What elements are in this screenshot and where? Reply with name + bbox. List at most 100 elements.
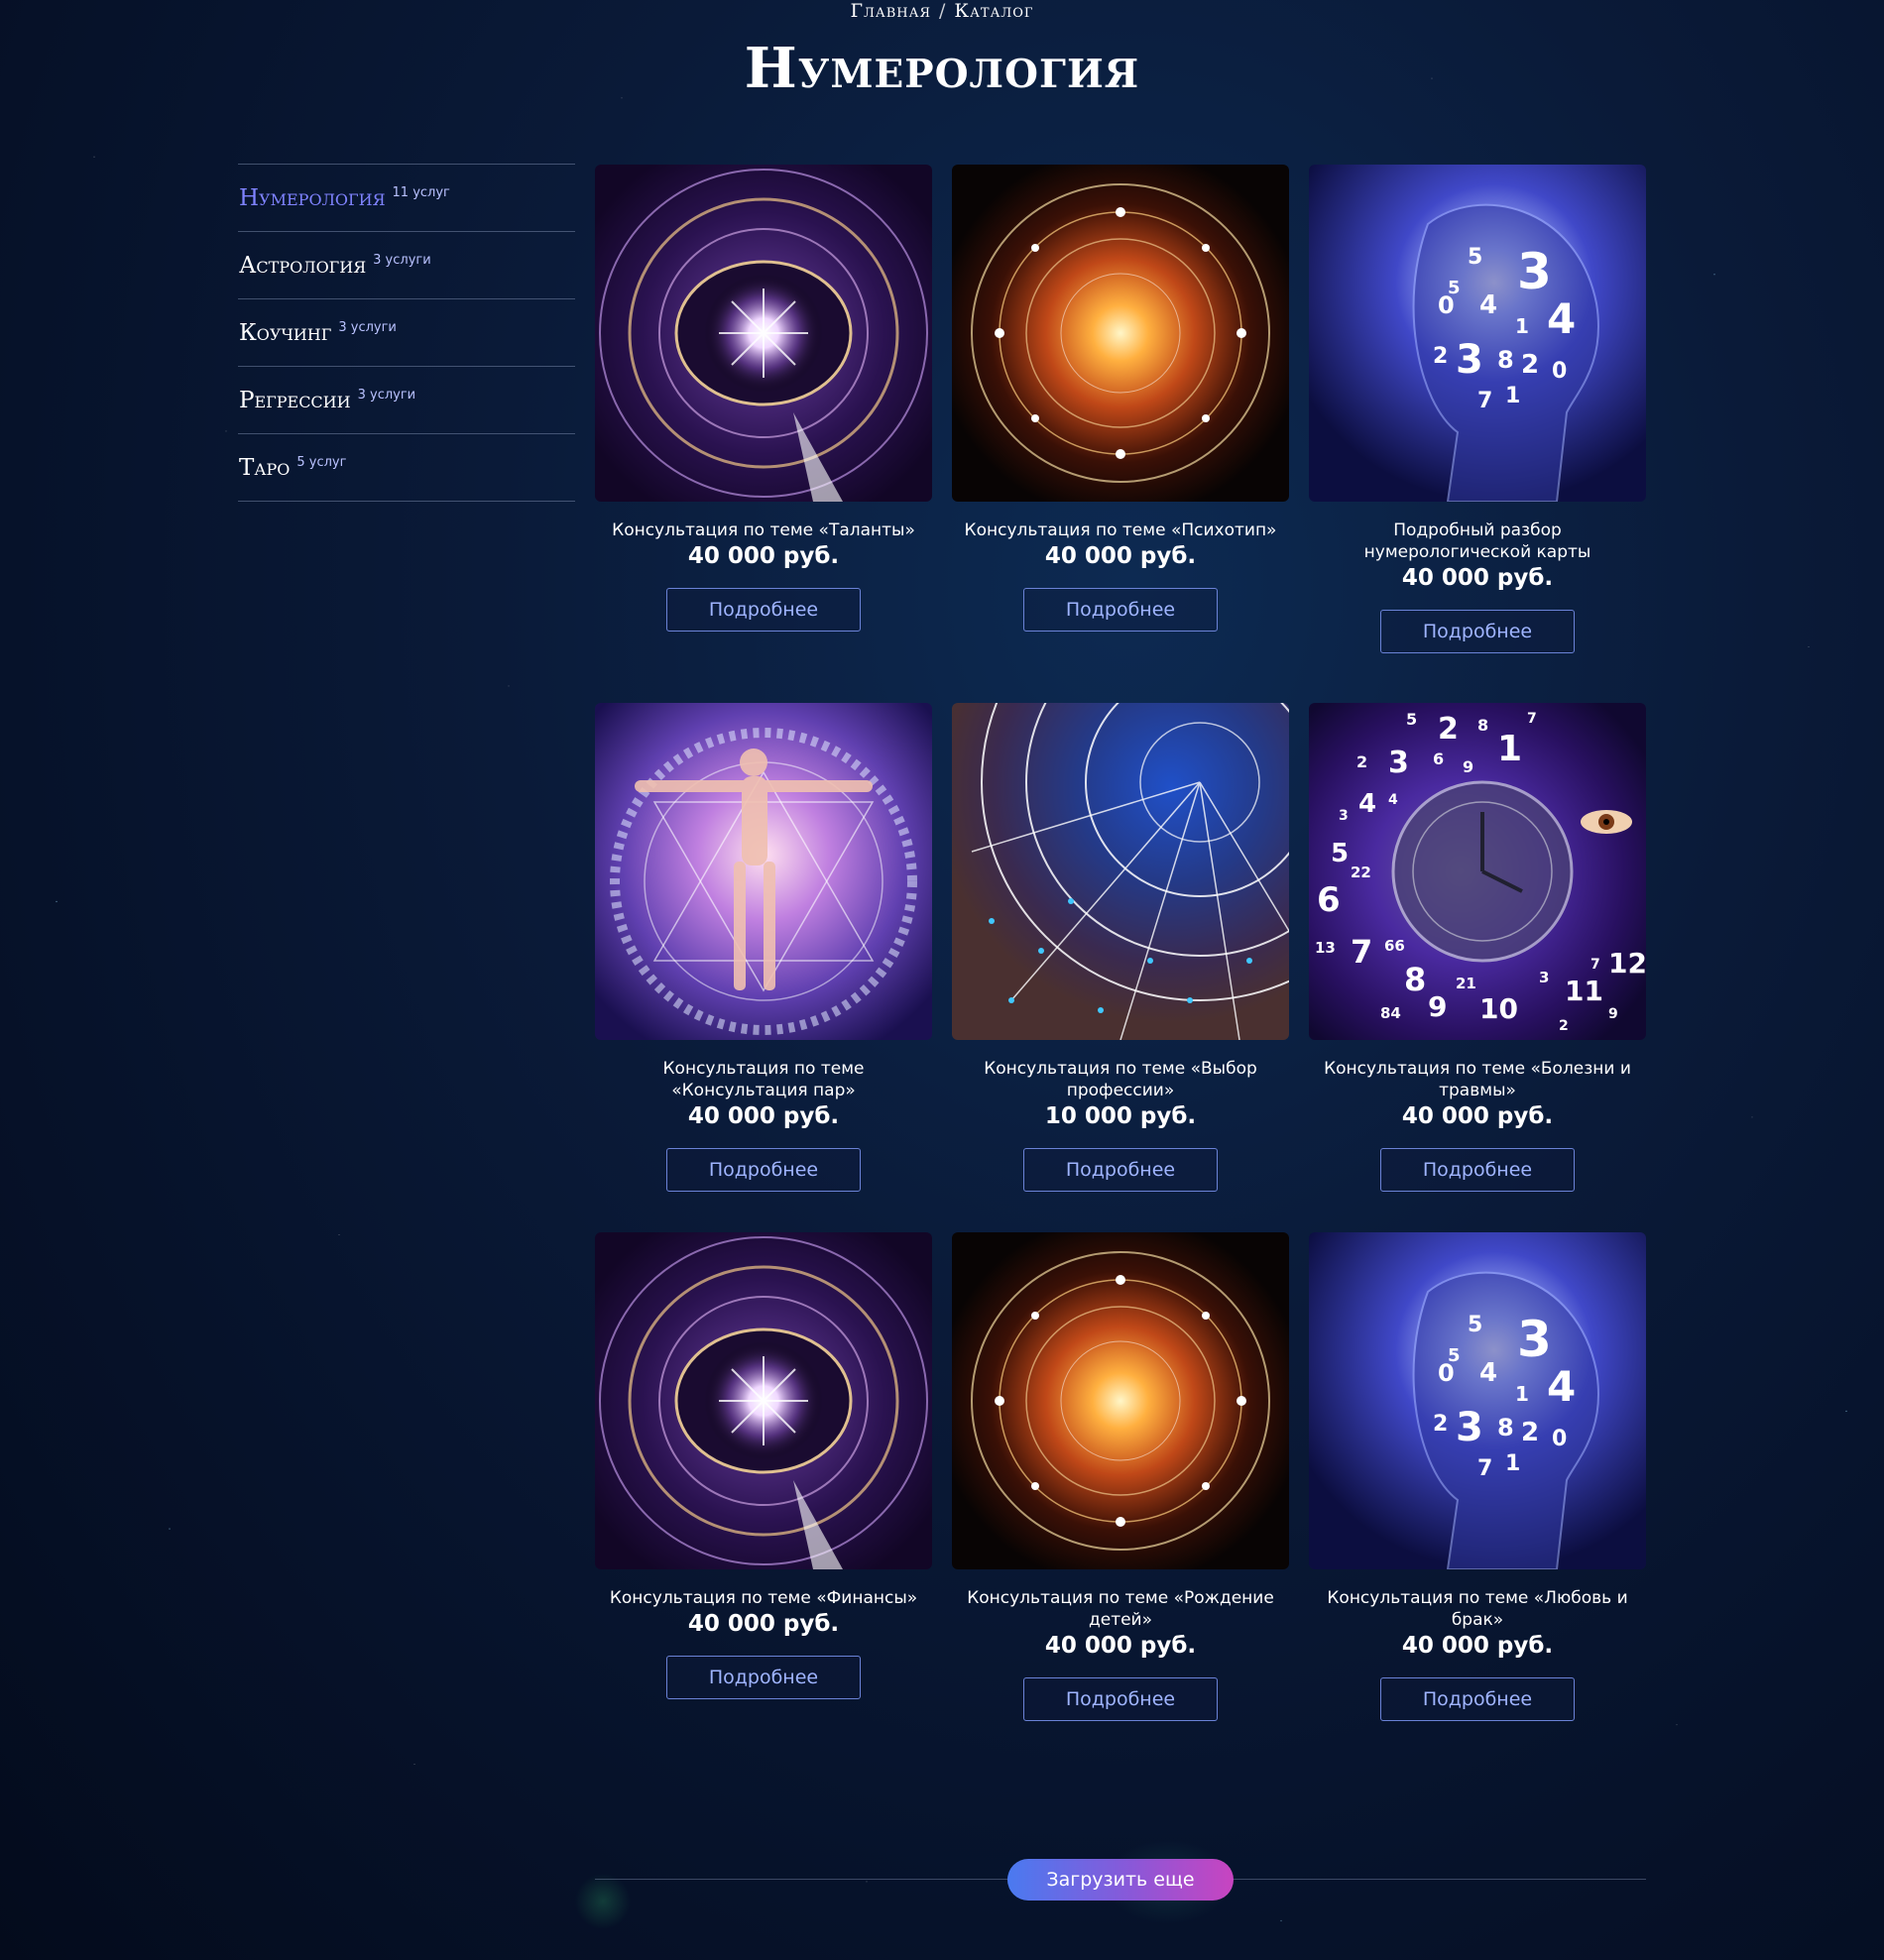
details-button[interactable]: Подробнее <box>1023 1148 1218 1192</box>
clock-digit: 8 <box>1404 961 1426 998</box>
service-card: 5 2 8 1 7 2 3 6 9 3 4 4 5 22 6 13 7 66 8… <box>1309 703 1646 1192</box>
load-more-button[interactable]: Загрузить еще <box>1007 1859 1234 1901</box>
service-title: Консультация по теме «Любовь и брак» <box>1327 1588 1628 1630</box>
head-digit: 4 <box>1547 294 1576 343</box>
clock-digit: 2 <box>1356 752 1367 771</box>
sidebar-item-count: 3 услуги <box>373 253 431 268</box>
sidebar-item-label: Нумерология <box>239 184 386 211</box>
details-button[interactable]: Подробнее <box>666 588 861 632</box>
head-digit: 3 <box>1517 243 1552 300</box>
clock-digit: 5 <box>1331 839 1349 868</box>
service-card: Консультация по теме «Рождение детей» 40… <box>952 1232 1289 1721</box>
service-title: Консультация по теме «Финансы» <box>609 1588 918 1608</box>
breadcrumb-home-link[interactable]: Главная <box>850 0 931 22</box>
head-digit: 1 <box>1505 384 1520 408</box>
fiery-astro-circle-image <box>952 165 1289 502</box>
sidebar-item-label: Регрессии <box>239 387 351 413</box>
service-price: 40 000 руб. <box>1401 565 1554 591</box>
head-digit: 5 <box>1448 278 1461 298</box>
service-card: 3 4 0 1 5 2 3 8 2 0 7 1 5 4 Подробный ра… <box>1309 165 1646 653</box>
service-card: Консультация по теме «Таланты» 40 000 ру… <box>595 165 932 632</box>
sidebar-item-astrology[interactable]: Астрология 3 услуги <box>238 231 575 298</box>
head-digit: 3 <box>1517 1311 1552 1368</box>
service-image[interactable] <box>595 165 932 502</box>
sidebar-item-tarot[interactable]: Таро 5 услуг <box>238 433 575 502</box>
details-button[interactable]: Подробнее <box>1023 1677 1218 1721</box>
service-image[interactable] <box>952 165 1289 502</box>
service-title: Консультация по теме «Выбор профессии» <box>984 1059 1257 1100</box>
sidebar-item-label: Таро <box>239 454 291 481</box>
sidebar-item-count: 11 услуг <box>392 185 450 200</box>
clock-digit: 3 <box>1539 969 1549 986</box>
head-digit: 8 <box>1497 346 1514 374</box>
page-title: Нумерология <box>744 36 1140 101</box>
clock-digit: 3 <box>1388 746 1409 780</box>
sidebar-item-label: Коучинг <box>239 319 332 346</box>
clock-digit: 6 <box>1317 880 1341 920</box>
numbers-head-image: 3 4 0 1 5 2 3 8 2 0 7 1 5 4 <box>1309 1232 1646 1569</box>
head-digit: 4 <box>1479 1358 1497 1388</box>
clock-digit: 9 <box>1463 757 1473 776</box>
head-digit: 4 <box>1547 1362 1576 1411</box>
clock-digit: 21 <box>1456 975 1476 992</box>
head-digit: 2 <box>1521 1418 1539 1447</box>
clock-digit: 6 <box>1433 749 1444 768</box>
clock-digit: 3 <box>1339 808 1349 824</box>
sidebar-item-count: 5 услуг <box>296 455 347 470</box>
clock-digit: 4 <box>1358 789 1376 819</box>
vitruvian-couple-image <box>595 703 932 1040</box>
clock-digit: 9 <box>1608 1006 1618 1022</box>
service-image[interactable] <box>952 703 1289 1040</box>
clock-digit: 11 <box>1565 975 1603 1007</box>
service-card: Консультация по теме «Финансы» 40 000 ру… <box>595 1232 932 1699</box>
service-price: 40 000 руб. <box>687 1103 840 1129</box>
details-button[interactable]: Подробнее <box>1380 1677 1575 1721</box>
sidebar-item-numerology[interactable]: Нумерология 11 услуг <box>238 164 575 231</box>
service-image[interactable] <box>952 1232 1289 1569</box>
sidebar-item-coaching[interactable]: Коучинг 3 услуги <box>238 298 575 366</box>
service-price: 40 000 руб. <box>1044 543 1197 569</box>
clock-digit: 66 <box>1384 937 1405 955</box>
sidebar-item-regressions[interactable]: Регрессии 3 услуги <box>238 366 575 433</box>
service-price: 40 000 руб. <box>687 543 840 569</box>
service-image[interactable]: 5 2 8 1 7 2 3 6 9 3 4 4 5 22 6 13 7 66 8… <box>1309 703 1646 1040</box>
head-digit: 5 <box>1468 1313 1482 1337</box>
service-title: Подробный разбор нумерологической карты <box>1363 520 1591 562</box>
service-image[interactable]: 3 4 0 1 5 2 3 8 2 0 7 1 5 4 <box>1309 1232 1646 1569</box>
head-digit: 5 <box>1448 1345 1461 1366</box>
clock-digit: 7 <box>1351 933 1372 971</box>
service-price: 40 000 руб. <box>687 1611 840 1637</box>
details-button[interactable]: Подробнее <box>1380 1148 1575 1192</box>
service-price: 40 000 руб. <box>1044 1633 1197 1659</box>
details-button[interactable]: Подробнее <box>666 1148 861 1192</box>
service-title: Консультация по теме «Консультация пар» <box>662 1059 865 1100</box>
details-button[interactable]: Подробнее <box>666 1656 861 1699</box>
zodiac-sun-wheel-image <box>595 165 932 502</box>
service-card: Консультация по теме «Консультация пар» … <box>595 703 932 1192</box>
service-image[interactable]: 3 4 0 1 5 2 3 8 2 0 7 1 5 4 <box>1309 165 1646 502</box>
service-title: Консультация по теме «Психотип» <box>964 520 1277 540</box>
details-button[interactable]: Подробнее <box>1380 610 1575 653</box>
clock-digit: 1 <box>1497 729 1522 769</box>
service-image[interactable] <box>595 1232 932 1569</box>
clock-digit: 12 <box>1608 947 1646 980</box>
clock-digit: 13 <box>1315 939 1336 957</box>
service-price: 40 000 руб. <box>1401 1103 1554 1129</box>
head-digit: 7 <box>1477 389 1492 413</box>
clock-digit: 2 <box>1559 1018 1569 1034</box>
service-card: 3 4 0 1 5 2 3 8 2 0 7 1 5 4 Консультация… <box>1309 1232 1646 1721</box>
head-digit: 1 <box>1515 314 1529 338</box>
clock-digit: 9 <box>1428 990 1447 1023</box>
head-digit: 3 <box>1456 1405 1483 1450</box>
details-button[interactable]: Подробнее <box>1023 588 1218 632</box>
clock-digit: 2 <box>1438 712 1459 747</box>
breadcrumb-current[interactable]: Каталог <box>954 0 1033 22</box>
clock-digit: 10 <box>1479 992 1518 1025</box>
service-image[interactable] <box>595 703 932 1040</box>
category-sidebar: Нумерология 11 услуг Астрология 3 услуги К… <box>238 164 575 502</box>
zodiac-sun-wheel-image <box>595 1232 932 1569</box>
service-price: 40 000 руб. <box>1401 1633 1554 1659</box>
clock-digit: 5 <box>1406 710 1417 729</box>
head-digit: 7 <box>1477 1456 1492 1481</box>
zodiac-map-image <box>952 703 1289 1040</box>
